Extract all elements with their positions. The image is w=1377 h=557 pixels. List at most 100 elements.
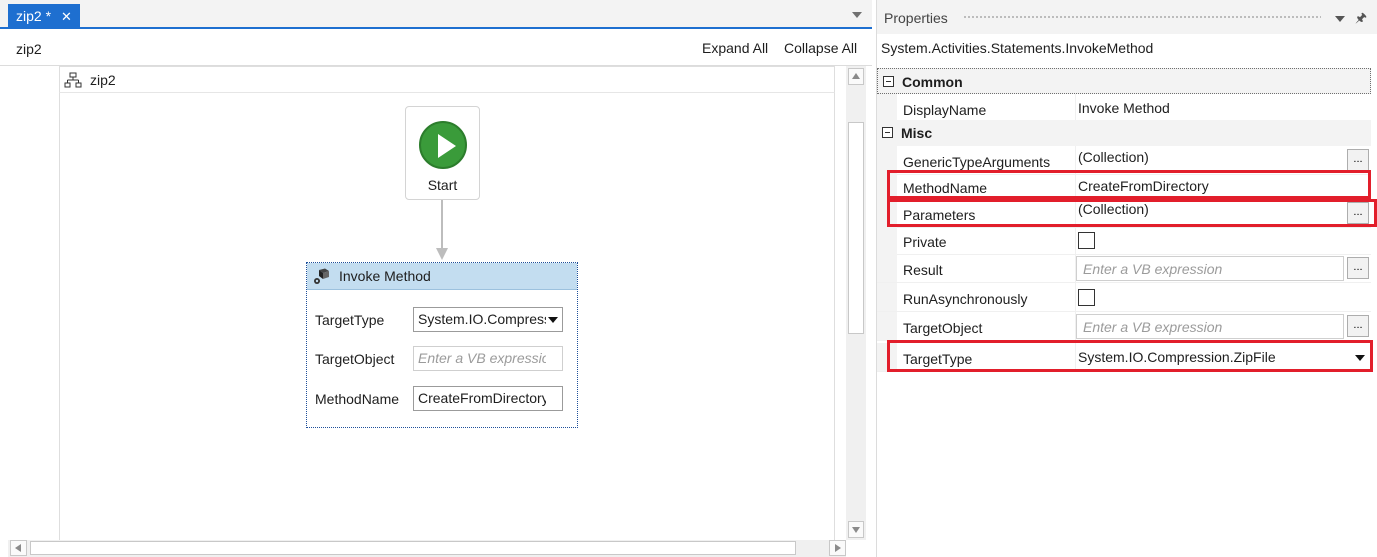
property-name: DisplayName <box>903 102 987 118</box>
property-name: GenericTypeArguments <box>903 154 1051 170</box>
tab-zip2[interactable]: zip2 * ✕ <box>8 4 80 29</box>
parameters-value: (Collection) <box>1078 201 1149 217</box>
target-type-select[interactable]: System.IO.Compression.ZipFile <box>413 307 563 332</box>
tab-label: zip2 * <box>16 8 52 24</box>
property-name: Parameters <box>903 207 976 223</box>
start-node[interactable]: Start <box>405 106 480 200</box>
targettype-value: System.IO.Compression.ZipFile <box>1078 349 1276 365</box>
property-row-displayname[interactable]: DisplayName Invoke Method <box>877 94 1371 123</box>
row-gutter <box>877 343 897 371</box>
property-value[interactable]: CreateFromDirectory <box>1075 172 1371 200</box>
method-name-input[interactable]: CreateFromDirectory <box>413 386 563 411</box>
activity-header[interactable]: Invoke Method <box>307 263 577 290</box>
property-row-targettype[interactable]: TargetType System.IO.Compression.ZipFile <box>877 343 1371 372</box>
flow-connector <box>441 200 443 248</box>
row-gutter <box>877 254 897 282</box>
row-gutter <box>877 146 897 174</box>
property-value <box>1075 226 1371 254</box>
row-gutter <box>877 94 897 122</box>
document-tabstrip: zip2 * ✕ <box>0 0 872 29</box>
method-name-value: CreateFromDirectory <box>418 390 546 406</box>
property-name: RunAsynchronously <box>903 291 1028 307</box>
targettype-select[interactable]: System.IO.Compression.ZipFile <box>1075 343 1371 371</box>
properties-titlebar: Properties 🖈 <box>877 0 1377 34</box>
targetobject-input[interactable]: Enter a VB expression <box>1076 314 1344 339</box>
breadcrumb[interactable]: zip2 <box>16 41 42 57</box>
breadcrumb-bar: zip2 Expand All Collapse All <box>0 31 872 66</box>
collapse-icon[interactable] <box>882 127 893 138</box>
chevron-down-icon[interactable] <box>1355 355 1365 361</box>
method-name-label: MethodName <box>315 391 400 407</box>
workflow-designer: zip2 * ✕ zip2 Expand All Collapse All zi… <box>0 0 872 557</box>
target-object-placeholder: Enter a VB expression <box>418 350 546 366</box>
property-name: Private <box>903 234 947 250</box>
private-checkbox[interactable] <box>1078 232 1095 249</box>
scroll-up-button[interactable] <box>848 68 864 85</box>
scroll-thumb[interactable] <box>848 122 864 334</box>
properties-panel: Properties 🖈 System.Activities.Statement… <box>876 0 1377 557</box>
row-gutter <box>877 199 897 227</box>
flowchart-icon <box>64 72 82 88</box>
property-row-targetobject[interactable]: TargetObject Enter a VB expression ... <box>877 312 1371 341</box>
displayname-value: Invoke Method <box>1078 100 1170 116</box>
drag-grip[interactable] <box>963 15 1321 20</box>
category-label: Common <box>902 74 963 90</box>
row-gutter <box>877 226 897 254</box>
properties-title: Properties <box>884 10 948 26</box>
scroll-right-button[interactable] <box>829 540 846 556</box>
property-value[interactable]: (Collection) ... <box>1075 199 1371 227</box>
play-icon <box>419 121 467 169</box>
category-common[interactable]: Common <box>877 68 1371 94</box>
ellipsis-button[interactable]: ... <box>1347 202 1369 224</box>
property-value <box>1075 283 1371 311</box>
property-row-runasynchronously[interactable]: RunAsynchronously <box>877 283 1371 312</box>
ellipsis-button[interactable]: ... <box>1347 257 1369 279</box>
property-row-methodname[interactable]: MethodName CreateFromDirectory <box>877 172 1371 201</box>
ellipsis-button[interactable]: ... <box>1347 315 1369 337</box>
scroll-left-button[interactable] <box>10 540 27 556</box>
collapse-icon[interactable] <box>883 76 894 87</box>
flowchart-header[interactable]: zip2 <box>59 66 835 93</box>
property-name: TargetType <box>903 351 973 367</box>
property-row-generictypearguments[interactable]: GenericTypeArguments (Collection) ... <box>877 146 1371 175</box>
horizontal-scrollbar[interactable] <box>8 540 846 557</box>
expand-all-button[interactable]: Expand All <box>702 40 768 56</box>
vertical-scrollbar[interactable] <box>846 66 866 540</box>
ellipsis-button[interactable]: ... <box>1347 149 1369 171</box>
chevron-down-icon <box>548 317 558 323</box>
close-icon[interactable]: ✕ <box>61 4 72 29</box>
target-type-label: TargetType <box>315 312 385 328</box>
target-type-value: System.IO.Compression.ZipFile <box>418 311 546 327</box>
row-gutter <box>877 283 897 311</box>
chevron-down-icon[interactable] <box>1335 16 1345 22</box>
start-label: Start <box>427 177 458 193</box>
property-row-parameters[interactable]: Parameters (Collection) ... <box>877 199 1371 228</box>
result-placeholder: Enter a VB expression <box>1083 261 1223 277</box>
property-row-private[interactable]: Private <box>877 226 1371 255</box>
scroll-thumb[interactable] <box>30 541 796 555</box>
property-row-result[interactable]: Result Enter a VB expression ... <box>877 254 1371 283</box>
runasynchronously-checkbox[interactable] <box>1078 289 1095 306</box>
category-label: Misc <box>901 125 933 141</box>
pin-icon[interactable]: 🖈 <box>1355 9 1367 31</box>
collapse-all-button[interactable]: Collapse All <box>784 40 857 56</box>
property-value: Enter a VB expression ... <box>1075 312 1371 340</box>
scroll-down-button[interactable] <box>848 521 864 538</box>
target-object-label: TargetObject <box>315 351 395 367</box>
methodname-value: CreateFromDirectory <box>1078 178 1209 194</box>
arrow-down-icon <box>436 248 448 260</box>
flowchart-title: zip2 <box>90 72 116 88</box>
invoke-method-activity[interactable]: Invoke Method TargetType System.IO.Compr… <box>306 262 578 428</box>
activity-title: Invoke Method <box>339 268 431 284</box>
cube-icon <box>314 268 329 284</box>
selected-type-name: System.Activities.Statements.InvokeMetho… <box>881 40 1154 56</box>
category-misc[interactable]: Misc <box>877 120 1371 146</box>
row-gutter <box>877 172 897 200</box>
generictypearguments-value: (Collection) <box>1078 149 1149 165</box>
chevron-down-icon[interactable] <box>852 12 862 18</box>
property-name: MethodName <box>903 180 988 196</box>
target-object-input[interactable]: Enter a VB expression <box>413 346 563 371</box>
result-input[interactable]: Enter a VB expression <box>1076 256 1344 281</box>
property-value[interactable]: (Collection) ... <box>1075 146 1371 174</box>
property-value[interactable]: Invoke Method <box>1075 94 1371 122</box>
